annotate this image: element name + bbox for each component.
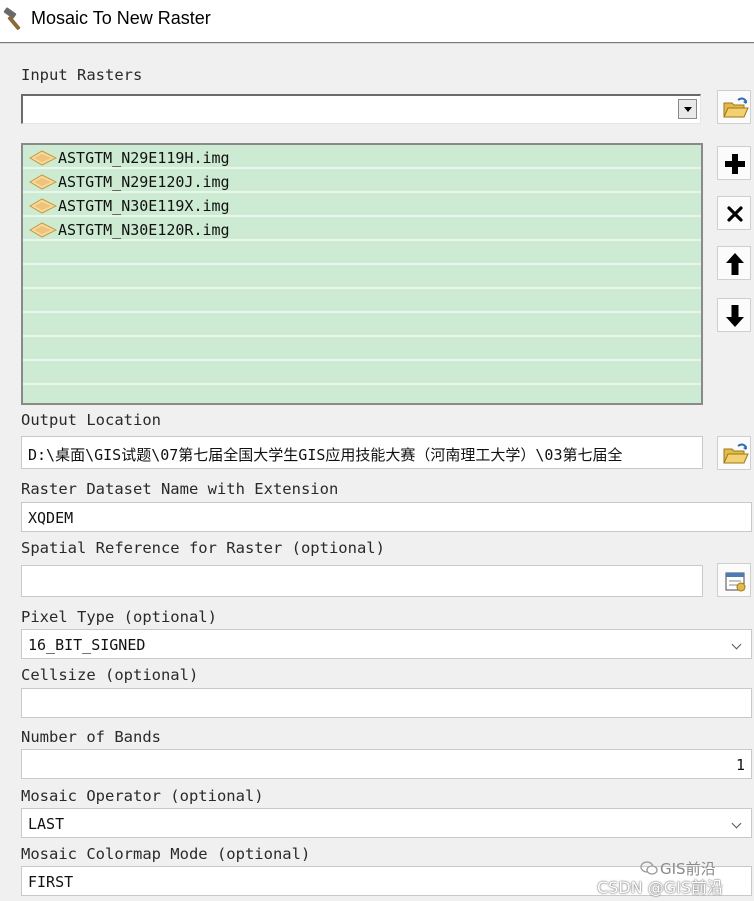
- window-title: Mosaic To New Raster: [31, 8, 211, 28]
- spatial-reference-properties-button[interactable]: [717, 563, 751, 597]
- wechat-icon: [640, 861, 658, 875]
- raster-name: ASTGTM_N30E120R.img: [58, 221, 230, 239]
- move-down-button[interactable]: [717, 298, 751, 332]
- hammer-icon: [3, 7, 21, 31]
- bands-label: Number of Bands: [21, 728, 161, 746]
- pixel-type-label: Pixel Type (optional): [21, 608, 217, 626]
- raster-name-label: Raster Dataset Name with Extension: [21, 480, 339, 498]
- mosaic-operator-select[interactable]: LAST: [21, 808, 752, 838]
- bands-value: 1: [735, 756, 745, 774]
- pixel-type-value: 16_BIT_SIGNED: [28, 636, 146, 654]
- raster-name: ASTGTM_N30E119X.img: [58, 197, 230, 215]
- close-icon: [727, 206, 743, 222]
- colormap-mode-value: FIRST: [28, 873, 74, 891]
- raster-name-value: XQDEM: [28, 509, 74, 527]
- mosaic-operator-label: Mosaic Operator (optional): [21, 787, 264, 805]
- raster-dataset-icon: [29, 150, 57, 166]
- chevron-down-icon: [731, 818, 742, 829]
- cellsize-input[interactable]: [21, 688, 752, 718]
- list-row-divider: [23, 383, 701, 385]
- raster-dataset-icon: [29, 222, 57, 238]
- list-row-divider: [23, 239, 701, 241]
- open-folder-icon: [723, 97, 749, 118]
- spatial-reference-icon: [725, 572, 746, 592]
- arrow-up-icon: [726, 253, 744, 275]
- plus-icon: [725, 154, 745, 174]
- mosaic-operator-value: LAST: [28, 815, 65, 833]
- cellsize-label: Cellsize (optional): [21, 666, 199, 684]
- list-row-divider: [23, 311, 701, 313]
- browse-output-button[interactable]: [717, 436, 751, 470]
- raster-dataset-icon: [29, 174, 57, 190]
- add-raster-button[interactable]: [717, 146, 751, 180]
- remove-raster-button[interactable]: [717, 196, 751, 230]
- open-folder-icon: [723, 443, 749, 464]
- bands-input[interactable]: 1: [21, 749, 752, 779]
- raster-name-input[interactable]: XQDEM: [21, 502, 752, 532]
- output-location-value: D:\桌面\GIS试题\07第七届全国大学生GIS应用技能大赛（河南理工大学）\…: [28, 446, 623, 464]
- output-location-input[interactable]: D:\桌面\GIS试题\07第七届全国大学生GIS应用技能大赛（河南理工大学）\…: [21, 436, 703, 469]
- title-bar: Mosaic To New Raster: [0, 0, 754, 43]
- output-location-label: Output Location: [21, 411, 161, 429]
- spatial-reference-input[interactable]: [21, 565, 703, 597]
- move-up-button[interactable]: [717, 246, 751, 280]
- raster-name: ASTGTM_N29E119H.img: [58, 149, 230, 167]
- input-rasters-label: Input Rasters: [21, 66, 143, 84]
- input-rasters-list[interactable]: ASTGTM_N29E119H.img ASTGTM_N29E120J.img …: [21, 143, 703, 405]
- pixel-type-select[interactable]: 16_BIT_SIGNED: [21, 629, 752, 659]
- list-row-divider: [23, 215, 701, 217]
- raster-dataset-icon: [29, 198, 57, 214]
- raster-name: ASTGTM_N29E120J.img: [58, 173, 230, 191]
- chevron-down-icon[interactable]: [678, 99, 697, 119]
- list-row-divider: [23, 167, 701, 169]
- colormap-mode-label: Mosaic Colormap Mode (optional): [21, 845, 311, 863]
- list-row-divider: [23, 359, 701, 361]
- watermark-csdn: CSDN @GIS前沿: [597, 878, 723, 897]
- input-rasters-combo[interactable]: [21, 94, 701, 124]
- title-separator: [0, 43, 754, 44]
- list-row-divider: [23, 335, 701, 337]
- arrow-down-icon: [726, 305, 744, 327]
- list-row-divider: [23, 263, 701, 265]
- spatial-reference-label: Spatial Reference for Raster (optional): [21, 539, 385, 557]
- chevron-down-icon: [731, 639, 742, 650]
- browse-input-button[interactable]: [717, 90, 751, 124]
- list-row-divider: [23, 287, 701, 289]
- list-row-divider: [23, 191, 701, 193]
